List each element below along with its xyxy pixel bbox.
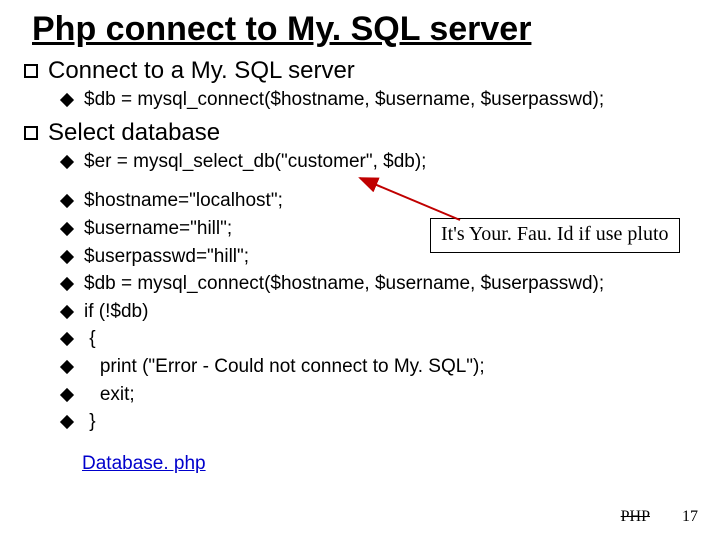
code-text: { xyxy=(84,326,96,352)
section-heading-connect: Connect to a My. SQL server xyxy=(0,57,720,85)
database-link[interactable]: Database. php xyxy=(0,453,720,475)
code-text: } xyxy=(84,409,96,435)
diamond-bullet-icon xyxy=(60,93,74,107)
diamond-bullet-icon xyxy=(60,388,74,402)
code-text: $username="hill"; xyxy=(84,216,232,242)
code-text: $db = mysql_connect($hostname, $username… xyxy=(84,271,604,297)
code-line: if (!$db) xyxy=(0,299,720,325)
section-heading-text: Select database xyxy=(48,119,220,147)
callout-text: It's Your. Fau. Id if use pluto xyxy=(441,223,669,245)
code-text: $er = mysql_select_db("customer", $db); xyxy=(84,149,426,175)
diamond-bullet-icon xyxy=(60,155,74,169)
code-text: $hostname="localhost"; xyxy=(84,188,283,214)
code-line: { xyxy=(0,326,720,352)
callout-box: It's Your. Fau. Id if use pluto xyxy=(430,218,680,253)
code-text: $db = mysql_connect($hostname, $username… xyxy=(84,87,604,113)
code-line: $er = mysql_select_db("customer", $db); xyxy=(0,149,720,175)
diamond-bullet-icon xyxy=(60,222,74,236)
code-text: exit; xyxy=(84,382,135,408)
diamond-bullet-icon xyxy=(60,277,74,291)
diamond-bullet-icon xyxy=(60,194,74,208)
code-text: $userpasswd="hill"; xyxy=(84,244,249,270)
code-text: if (!$db) xyxy=(84,299,148,325)
section-heading-select: Select database xyxy=(0,119,720,147)
code-line: $hostname="localhost"; xyxy=(0,188,720,214)
code-line: $db = mysql_connect($hostname, $username… xyxy=(0,87,720,113)
page-number: 17 xyxy=(682,508,698,526)
slide-title: Php connect to My. SQL server xyxy=(0,0,720,51)
footer-label: PHP xyxy=(621,508,650,526)
code-line: $db = mysql_connect($hostname, $username… xyxy=(0,271,720,297)
diamond-bullet-icon xyxy=(60,305,74,319)
diamond-bullet-icon xyxy=(60,360,74,374)
code-line: print ("Error - Could not connect to My.… xyxy=(0,354,720,380)
diamond-bullet-icon xyxy=(60,415,74,429)
diamond-bullet-icon xyxy=(60,249,74,263)
code-line: } xyxy=(0,409,720,435)
diamond-bullet-icon xyxy=(60,332,74,346)
square-bullet-icon xyxy=(24,126,38,140)
code-line: exit; xyxy=(0,382,720,408)
code-text: print ("Error - Could not connect to My.… xyxy=(84,354,485,380)
section-heading-text: Connect to a My. SQL server xyxy=(48,57,355,85)
square-bullet-icon xyxy=(24,64,38,78)
